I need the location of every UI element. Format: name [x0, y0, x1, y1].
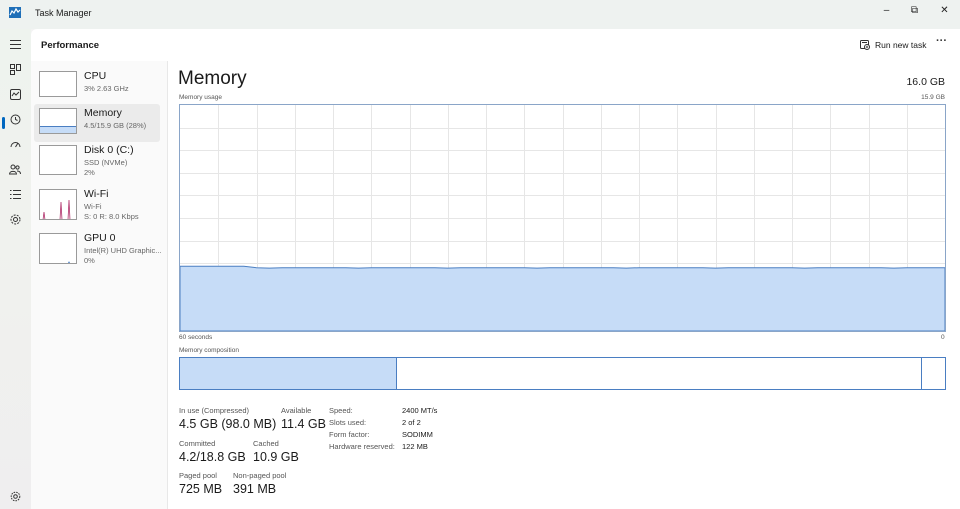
page-title: Performance [41, 40, 100, 51]
cpu-thumbnail [39, 71, 77, 97]
device-name: CPU [84, 70, 107, 82]
device-stat: 2% [84, 168, 95, 177]
processes-icon [9, 63, 21, 75]
device-item-disk[interactable]: Disk 0 (C:) SSD (NVMe) 2% [34, 141, 160, 185]
memory-composition-bar [179, 357, 946, 390]
available-value: 11.4 GB [281, 417, 326, 431]
nav-active-indicator [2, 117, 5, 129]
nav-rail [0, 29, 31, 509]
content-area: Performance Run new task ··· CPU 3% 2.63… [31, 29, 960, 509]
wifi-thumbnail [39, 189, 77, 220]
device-stat: 0% [84, 256, 95, 265]
total-memory: 16.0 GB [906, 76, 945, 88]
restore-icon: ⧉ [910, 4, 919, 16]
close-button[interactable]: ✕ [929, 0, 960, 20]
spec-slots-value: 2 of 2 [402, 418, 421, 427]
minimize-icon: – [883, 4, 890, 16]
spec-form-factor-value: SODIMM [402, 430, 433, 439]
device-list: CPU 3% 2.63 GHz Memory 4.5/15.9 GB (28%)… [31, 61, 168, 509]
settings-icon [10, 491, 20, 501]
spec-form-factor-label: Form factor: [329, 430, 370, 439]
hamburger-menu-button[interactable] [6, 35, 24, 53]
nav-settings[interactable] [6, 487, 24, 505]
device-type: Wi-Fi [84, 202, 102, 211]
device-name: Disk 0 (C:) [84, 144, 134, 156]
device-name: GPU 0 [84, 232, 116, 244]
memory-usage-max: 15.9 GB [921, 94, 945, 101]
graph-time-axis-end: 0 [941, 334, 945, 341]
run-task-icon [860, 40, 870, 50]
performance-icon [9, 88, 21, 100]
minimize-button[interactable]: – [871, 0, 902, 20]
window-title: Task Manager [35, 8, 92, 18]
graph-time-axis-label: 60 seconds [179, 334, 213, 341]
nav-details[interactable] [6, 185, 24, 203]
maximize-button[interactable]: ⧉ [899, 0, 930, 20]
device-name: Memory [84, 107, 122, 119]
cached-label: Cached [253, 439, 279, 448]
device-stat: 4.5/15.9 GB (28%) [84, 121, 147, 130]
committed-value: 4.2/18.8 GB [179, 450, 246, 464]
in-use-label: In use (Compressed) [179, 406, 250, 415]
nav-performance[interactable] [6, 85, 24, 103]
spec-speed-value: 2400 MT/s [402, 406, 438, 415]
device-item-gpu[interactable]: GPU 0 Intel(R) UHD Graphic... 0% [34, 229, 162, 273]
device-type: SSD (NVMe) [84, 158, 128, 167]
task-manager-logo-icon [9, 7, 21, 18]
memory-usage-label: Memory usage [179, 94, 222, 101]
device-item-cpu[interactable]: CPU 3% 2.63 GHz [34, 67, 160, 105]
services-icon [10, 214, 20, 224]
spec-hardware-reserved-label: Hardware reserved: [329, 442, 395, 451]
nav-app-history[interactable] [6, 110, 24, 128]
title-bar: Task Manager – ⧉ ✕ [0, 0, 960, 29]
nav-startup-apps[interactable] [6, 135, 24, 153]
memory-usage-graph [179, 104, 946, 332]
nav-processes[interactable] [6, 60, 24, 78]
app-history-icon [10, 114, 20, 124]
memory-thumbnail [39, 108, 77, 134]
run-new-task-label: Run new task [875, 40, 927, 50]
available-label: Available [281, 406, 312, 415]
device-item-wifi[interactable]: Wi-Fi Wi-Fi S: 0 R: 8.0 Kbps [34, 185, 160, 229]
cached-value: 10.9 GB [253, 450, 299, 464]
close-icon: ✕ [940, 4, 949, 16]
nonpaged-pool-value: 391 MB [233, 482, 277, 496]
device-type: Intel(R) UHD Graphic... [84, 246, 162, 255]
in-use-value: 4.5 GB (98.0 MB) [179, 417, 277, 431]
nav-users[interactable] [6, 160, 24, 178]
details-icon [9, 189, 21, 199]
paged-pool-value: 725 MB [179, 482, 223, 496]
resource-title: Memory [178, 68, 247, 89]
device-stat: S: 0 R: 8.0 Kbps [84, 212, 139, 221]
menu-icon [9, 39, 21, 49]
memory-usage-area [180, 265, 945, 331]
more-options-button[interactable]: ··· [936, 35, 947, 47]
device-name: Wi-Fi [84, 188, 109, 200]
spec-hardware-reserved-value: 122 MB [402, 442, 428, 451]
memory-composition-label: Memory composition [179, 347, 239, 354]
spec-speed-label: Speed: [329, 406, 353, 415]
committed-label: Committed [179, 439, 216, 448]
composition-separator [921, 358, 922, 389]
spec-slots-label: Slots used: [329, 418, 367, 427]
device-stat: 3% 2.63 GHz [84, 84, 129, 93]
composition-in-use [180, 358, 397, 389]
device-item-memory[interactable]: Memory 4.5/15.9 GB (28%) [34, 104, 160, 142]
startup-apps-icon [10, 141, 20, 147]
nonpaged-pool-label: Non-paged pool [233, 471, 287, 480]
users-icon [9, 164, 21, 174]
gpu-thumbnail [39, 233, 77, 264]
nav-services[interactable] [6, 210, 24, 228]
run-new-task-button[interactable]: Run new task [860, 38, 927, 52]
disk-thumbnail [39, 145, 77, 175]
paged-pool-label: Paged pool [179, 471, 217, 480]
